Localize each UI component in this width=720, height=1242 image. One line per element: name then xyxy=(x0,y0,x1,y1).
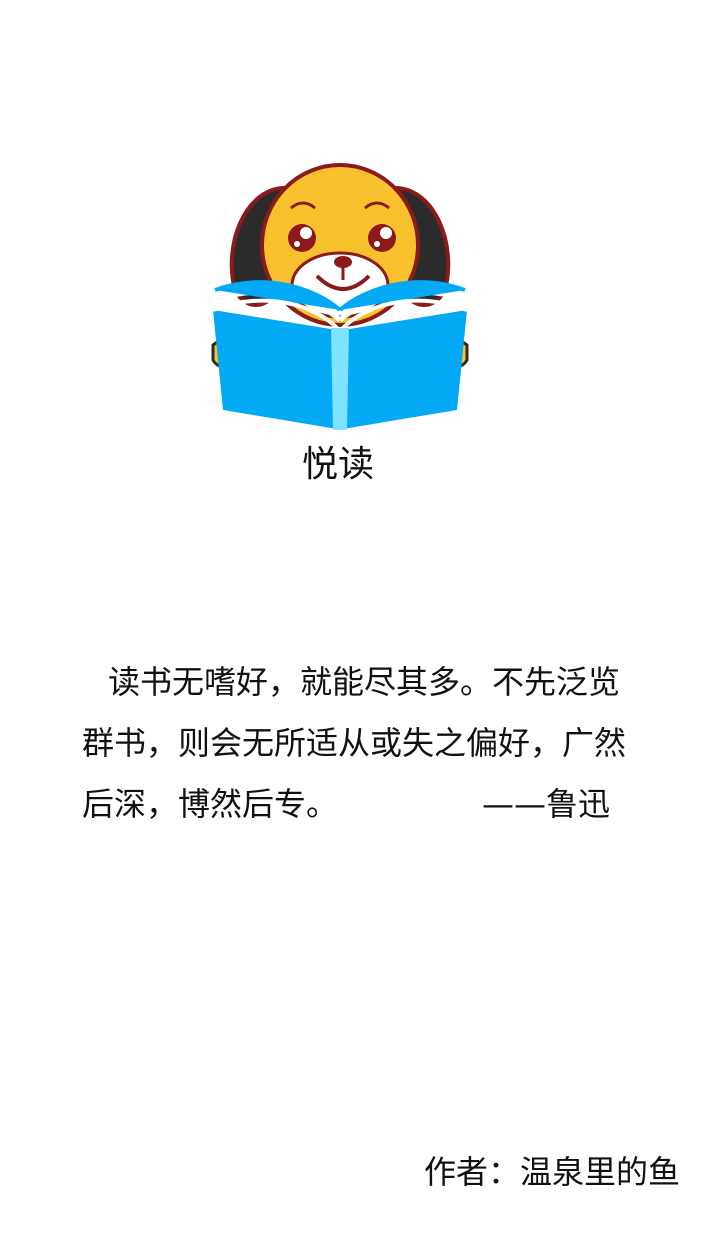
app-name: 悦读 xyxy=(301,444,374,485)
quote-attribution: ——鲁迅 xyxy=(482,785,611,823)
quote-line-2: 群书，则会无所适从或失之偏好，广然 xyxy=(82,724,627,762)
quote-line-1: 读书无嗜好，就能尽其多。不先泛览 xyxy=(108,663,621,701)
quote-block: 读书无嗜好，就能尽其多。不先泛览 群书，则会无所适从或失之偏好，广然 后深，博然… xyxy=(82,652,642,835)
author-credit: 作者：温泉里的鱼 xyxy=(423,1153,680,1191)
dog-reading-book-icon xyxy=(211,163,469,430)
app-logo xyxy=(205,160,475,435)
